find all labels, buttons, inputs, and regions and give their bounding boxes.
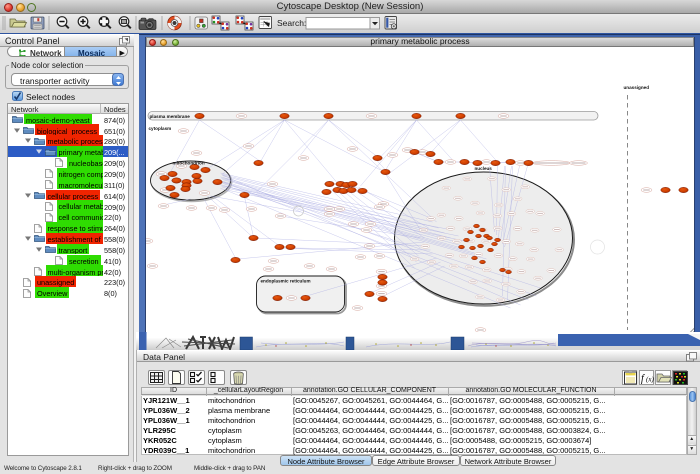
svg-text:mitochondrion: mitochondrion: [172, 161, 204, 166]
svg-text:cytoplasm: cytoplasm: [148, 126, 171, 131]
svg-text:endoplasmic reticulum: endoplasmic reticulum: [260, 279, 310, 284]
svg-text:plasma membrane: plasma membrane: [149, 114, 190, 119]
svg-text:Search:: Search:: [277, 18, 306, 28]
svg-text:f: f: [641, 373, 645, 384]
svg-text:unassigned: unassigned: [623, 85, 649, 90]
svg-text:(x): (x): [646, 375, 654, 383]
svg-text:nucleus: nucleus: [474, 166, 492, 171]
